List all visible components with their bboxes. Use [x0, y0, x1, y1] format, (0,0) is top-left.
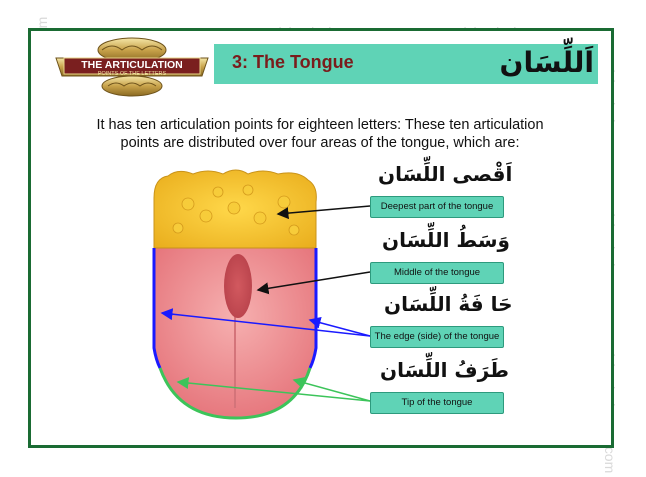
arrow-edge-left [160, 308, 371, 337]
arrow-deepest [276, 205, 371, 220]
arrows-layer [160, 205, 371, 402]
label-tip: Tip of the tongue [370, 392, 504, 414]
label-deepest: Deepest part of the tongue [370, 196, 504, 218]
arabic-edge: حَا فَةُ اللِّسَان [384, 292, 513, 316]
arabic-middle: وَسَطُ اللِّسَان [382, 228, 510, 252]
arabic-tip: طَرَفُ اللِّسَان [380, 358, 509, 382]
arrow-edge-right [308, 316, 371, 337]
label-edge: The edge (side) of the tongue [370, 326, 504, 348]
arrow-tip-left [176, 377, 371, 402]
label-middle: Middle of the tongue [370, 262, 504, 284]
arabic-deepest: اَقْصى اللِّسَان [378, 162, 513, 186]
arrow-middle [256, 271, 371, 295]
